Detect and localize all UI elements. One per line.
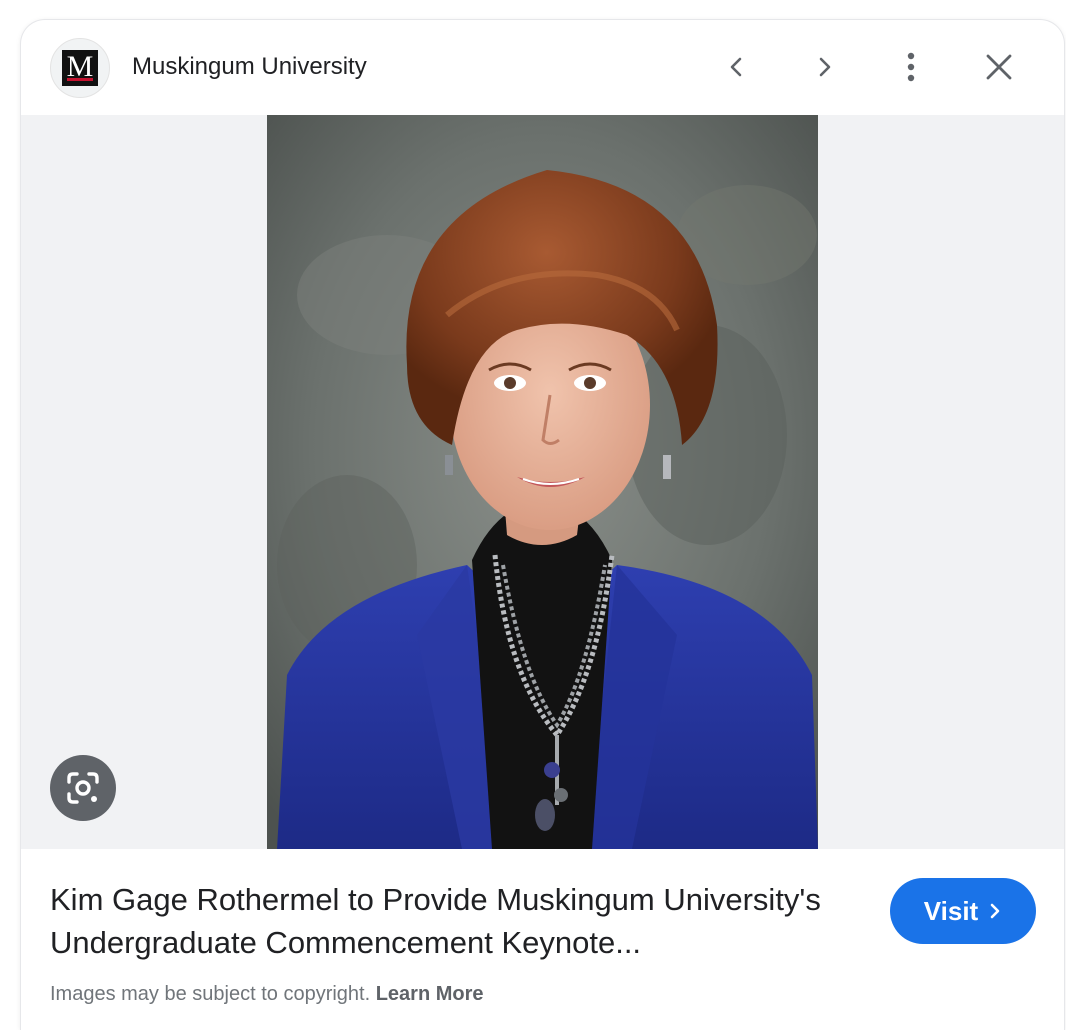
copyright-text: Images may be subject to copyright. [50,983,371,1005]
google-lens-icon [67,772,99,804]
previous-image-button[interactable] [713,43,761,91]
preview-photo[interactable] [267,115,818,849]
muskingum-logo: M [62,50,98,86]
chevron-right-icon [819,57,831,77]
copyright-notice: Images may be subject to copyright. Lear… [50,980,484,1008]
visit-button[interactable]: Visit [890,878,1036,944]
preview-header: M Muskingum University [21,20,1064,115]
close-icon [986,54,1012,80]
google-lens-button[interactable] [50,755,116,821]
site-favicon: M [50,38,110,98]
portrait-illustration [267,115,818,849]
image-title[interactable]: Kim Gage Rothermel to Provide Muskingum … [50,878,860,964]
image-viewer [21,115,1064,849]
image-preview-panel: M Muskingum University Kim Gage Rotherme… [21,20,1064,1030]
chevron-right-icon [990,903,1000,919]
next-image-button[interactable] [800,43,848,91]
visit-button-label: Visit [923,895,979,926]
more-options-button[interactable] [887,43,935,91]
close-preview-button[interactable] [975,43,1023,91]
chevron-left-icon [730,57,742,77]
site-name[interactable]: Muskingum University [132,52,367,82]
learn-more-link[interactable]: Learn More [376,983,484,1005]
more-vert-icon [907,52,915,82]
